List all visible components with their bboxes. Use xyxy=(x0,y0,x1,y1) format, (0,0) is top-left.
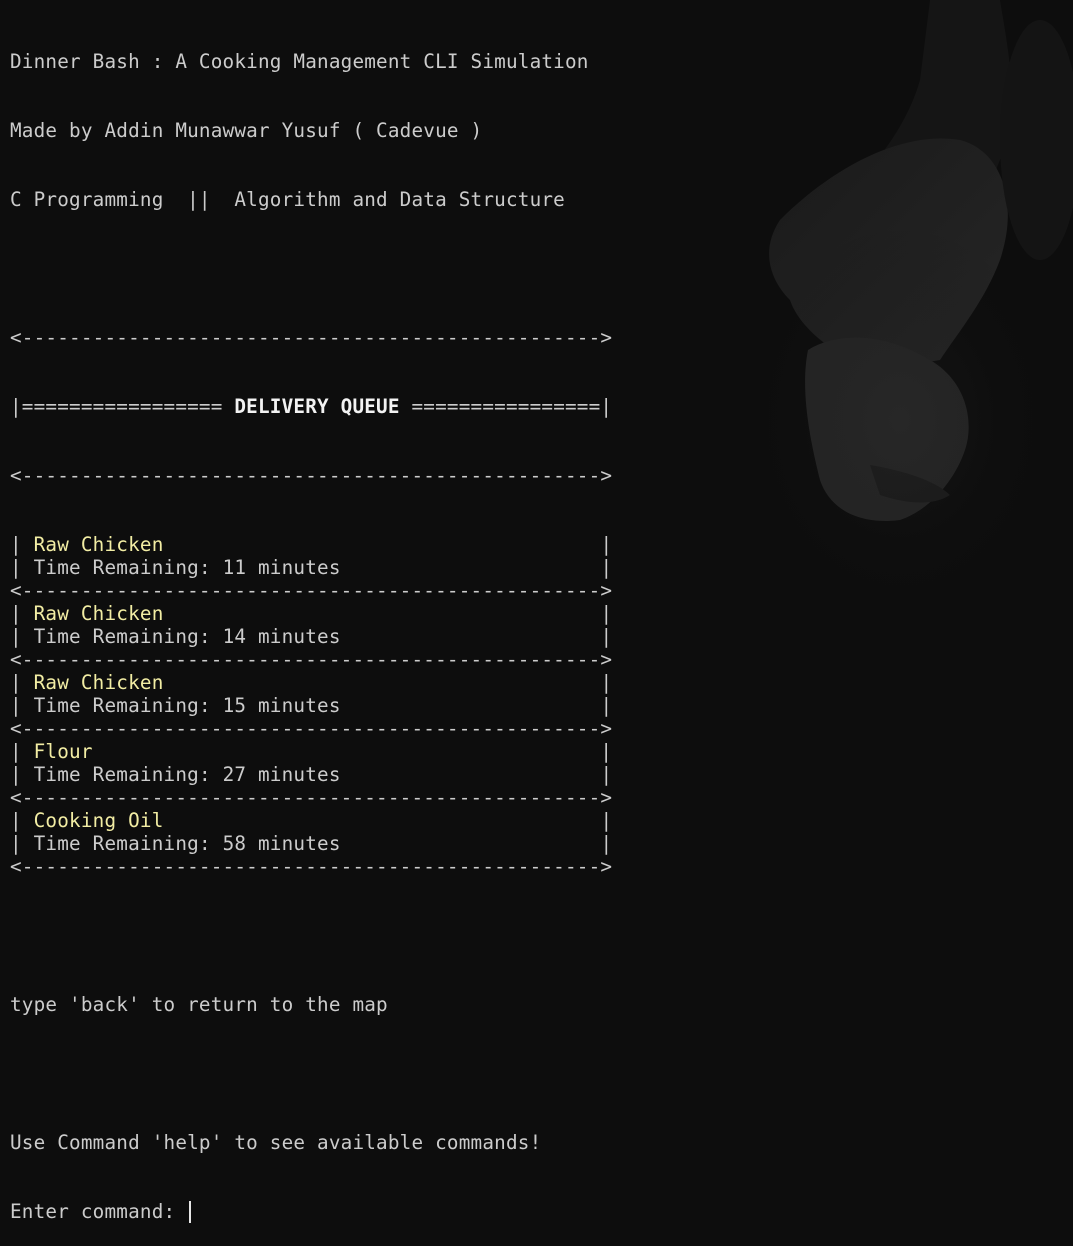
box-edge: | xyxy=(92,740,613,763)
queue-item-time-row: | Time Remaining: 14 minutes | xyxy=(10,625,612,648)
text-cursor xyxy=(189,1201,192,1223)
queue-item: | Raw Chicken | | Time Remaining: 15 minu… xyxy=(10,671,612,740)
queue-item-time-row: | Time Remaining: 27 minutes | xyxy=(10,763,612,786)
queue-item-name-row: | Flour | xyxy=(10,740,612,763)
queue-item: | Flour | | Time Remaining: 27 minutes | <… xyxy=(10,740,612,809)
author-line: Made by Addin Munawwar Yusuf ( Cadevue ) xyxy=(10,119,483,142)
queue-border: <---------------------------------------… xyxy=(10,464,613,487)
queue-item-time-row: | Time Remaining: 15 minutes | xyxy=(10,694,612,717)
time-unit: minutes xyxy=(246,694,341,717)
item-name: Flour xyxy=(33,740,93,763)
box-edge: | xyxy=(163,602,613,625)
box-edge: | xyxy=(340,556,613,579)
queue-border: <---------------------------------------… xyxy=(10,786,613,809)
box-edge: | xyxy=(163,533,613,556)
time-remaining-value: 11 xyxy=(222,556,247,579)
box-edge: | xyxy=(10,602,34,625)
box-edge: | xyxy=(10,740,34,763)
prompt-label: Enter command: xyxy=(10,1200,188,1223)
queue-title-row: |================= DELIVERY QUEUE ======… xyxy=(10,395,612,418)
queue-item: | Raw Chicken | | Time Remaining: 14 minu… xyxy=(10,602,612,671)
time-remaining-value: 27 xyxy=(222,763,247,786)
help-hint: Use Command 'help' to see available comm… xyxy=(10,1131,542,1154)
box-edge: | xyxy=(340,694,613,717)
time-unit: minutes xyxy=(246,832,341,855)
box-edge: | xyxy=(340,625,613,648)
command-prompt-row[interactable]: Enter command: xyxy=(10,1200,612,1223)
time-unit: minutes xyxy=(246,625,341,648)
time-unit: minutes xyxy=(246,556,341,579)
queue-title: DELIVERY QUEUE xyxy=(234,395,400,418)
box-edge: | xyxy=(163,671,613,694)
time-label: Time Remaining: xyxy=(33,832,223,855)
item-name: Raw Chicken xyxy=(33,533,164,556)
queue-item-time-row: | Time Remaining: 11 minutes | xyxy=(10,556,612,579)
box-edge: | xyxy=(10,625,34,648)
box-edge: | xyxy=(10,671,34,694)
subtitle-line: C Programming || Algorithm and Data Stru… xyxy=(10,188,565,211)
queue-border: <---------------------------------------… xyxy=(10,648,613,671)
delivery-queue-list: | Raw Chicken | | Time Remaining: 11 minu… xyxy=(10,533,612,878)
box-edge: | xyxy=(10,763,34,786)
queue-item-name-row: | Raw Chicken | xyxy=(10,602,612,625)
time-label: Time Remaining: xyxy=(33,625,223,648)
time-remaining-value: 14 xyxy=(222,625,247,648)
title-rule-left: |================= xyxy=(10,395,235,418)
box-edge: | xyxy=(10,556,34,579)
queue-item: | Cooking Oil | | Time Remaining: 58 minu… xyxy=(10,809,612,878)
time-label: Time Remaining: xyxy=(33,763,223,786)
box-edge: | xyxy=(340,832,613,855)
item-name: Raw Chicken xyxy=(33,671,164,694)
box-edge: | xyxy=(10,832,34,855)
queue-border: <---------------------------------------… xyxy=(10,855,613,878)
time-remaining-value: 58 xyxy=(222,832,247,855)
queue-item-name-row: | Raw Chicken | xyxy=(10,671,612,694)
queue-border-top: <---------------------------------------… xyxy=(10,326,613,349)
queue-item-time-row: | Time Remaining: 58 minutes | xyxy=(10,832,612,855)
title-rule-right: ================| xyxy=(399,395,613,418)
queue-item: | Raw Chicken | | Time Remaining: 11 minu… xyxy=(10,533,612,602)
app-title: Dinner Bash : A Cooking Management CLI S… xyxy=(10,50,589,73)
item-name: Cooking Oil xyxy=(33,809,164,832)
time-remaining-value: 15 xyxy=(222,694,247,717)
back-hint: type 'back' to return to the map xyxy=(10,993,388,1016)
box-edge: | xyxy=(340,763,613,786)
box-edge: | xyxy=(163,809,613,832)
queue-border: <---------------------------------------… xyxy=(10,579,613,602)
queue-border: <---------------------------------------… xyxy=(10,717,613,740)
time-unit: minutes xyxy=(246,763,341,786)
time-label: Time Remaining: xyxy=(33,694,223,717)
box-edge: | xyxy=(10,694,34,717)
item-name: Raw Chicken xyxy=(33,602,164,625)
terminal-output: Dinner Bash : A Cooking Management CLI S… xyxy=(10,4,612,1246)
box-edge: | xyxy=(10,809,34,832)
box-edge: | xyxy=(10,533,34,556)
queue-item-name-row: | Cooking Oil | xyxy=(10,809,612,832)
queue-item-name-row: | Raw Chicken | xyxy=(10,533,612,556)
time-label: Time Remaining: xyxy=(33,556,223,579)
